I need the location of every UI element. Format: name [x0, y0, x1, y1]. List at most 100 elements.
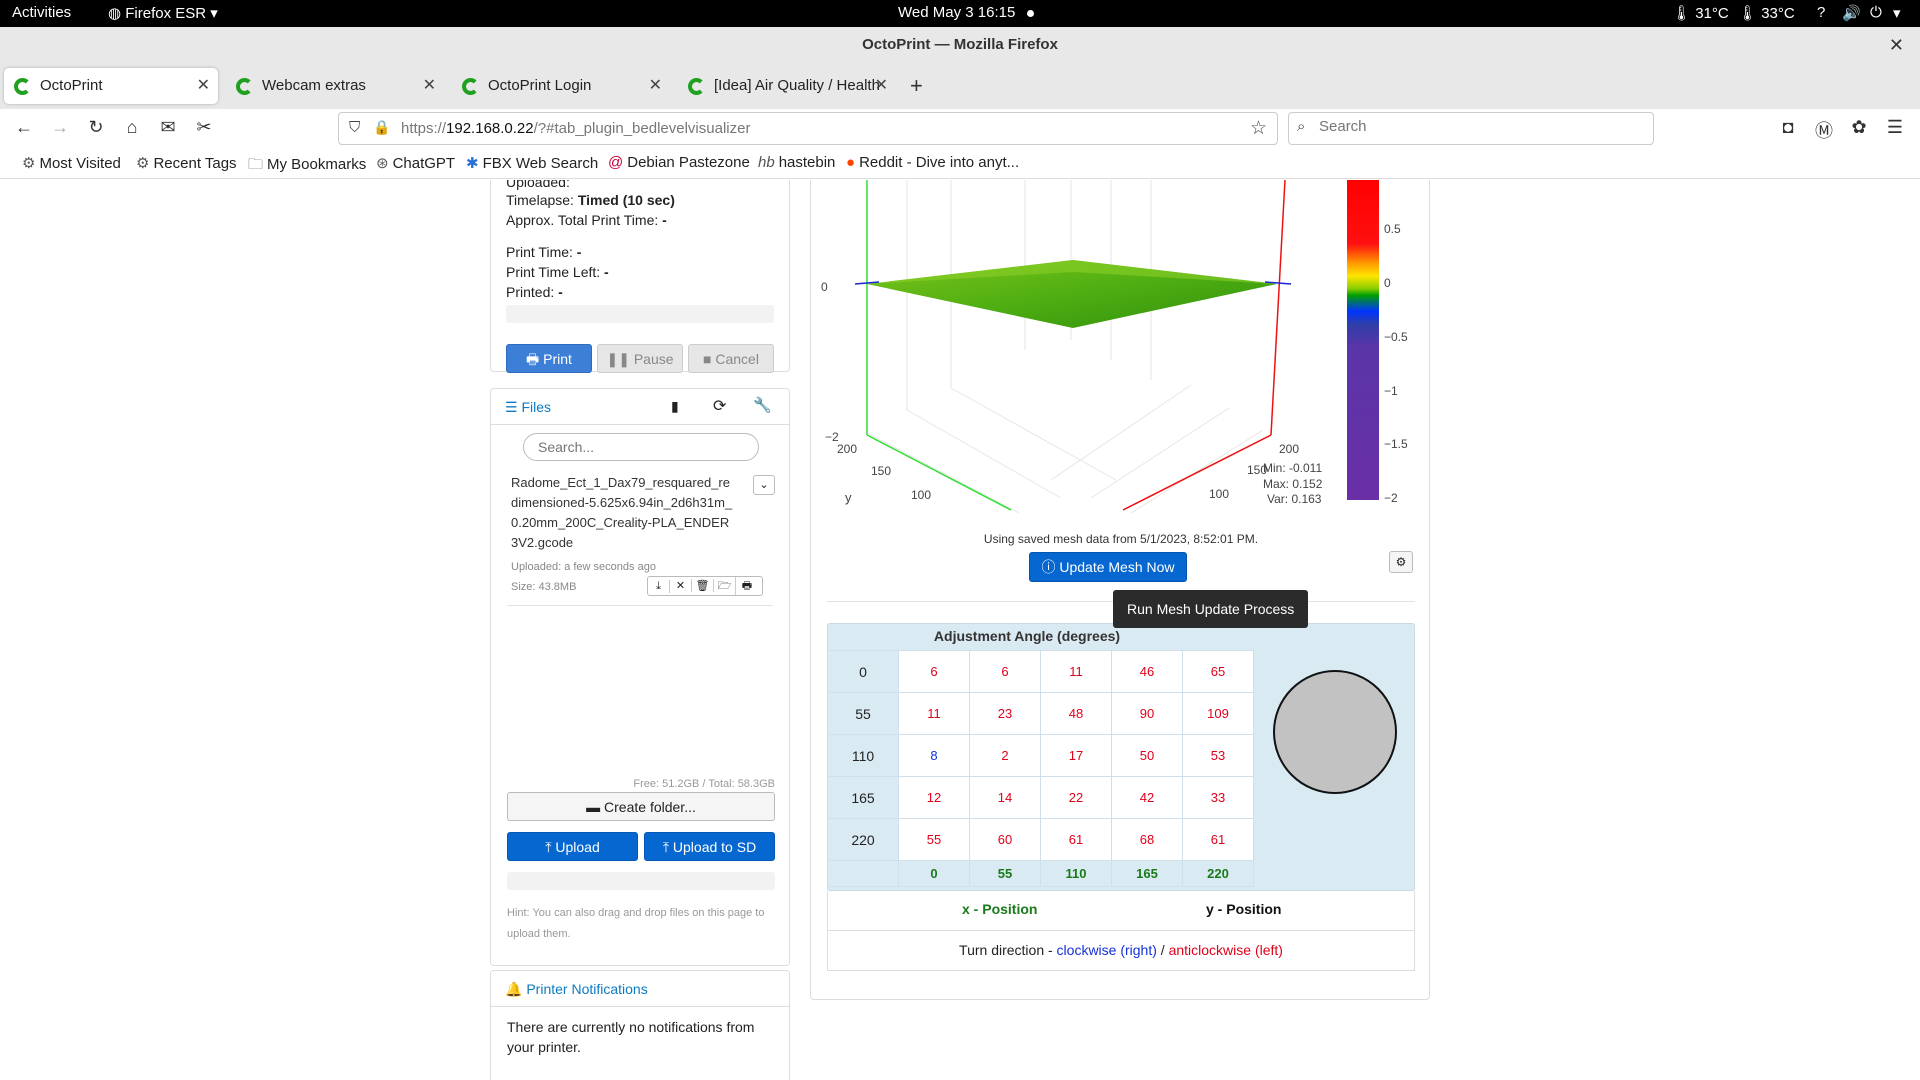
angle-cell[interactable]: 11 [1040, 650, 1112, 693]
angle-cell[interactable]: 23 [969, 692, 1041, 735]
angle-cell[interactable]: 22 [1040, 776, 1112, 819]
screenshot-icon[interactable]: ✂ [192, 117, 216, 138]
angle-cell[interactable]: 50 [1111, 734, 1183, 777]
bookmark-most-visited[interactable]: ⚙ Most Visited [22, 154, 121, 172]
files-toggle[interactable]: ☰ Files [505, 399, 551, 416]
angle-cell[interactable]: 46 [1111, 650, 1183, 693]
home-icon[interactable]: ⌂ [120, 117, 144, 138]
close-tab-icon[interactable]: ✕ [197, 68, 210, 104]
mesh-3d-plot[interactable]: 0 −2 200 150 100 y 200 150 100 Min: -0.0… [811, 180, 1351, 520]
tab-octoprint[interactable]: OctoPrint ✕ [4, 68, 218, 104]
close-window-icon[interactable]: ✕ [1889, 27, 1904, 63]
angle-cell[interactable]: 65 [1182, 650, 1254, 693]
angle-cell[interactable]: 68 [1111, 818, 1183, 861]
tab-octoprint-login[interactable]: OctoPrint Login ✕ [452, 68, 670, 104]
remove-icon[interactable]: ✕ [670, 579, 692, 592]
angle-cell[interactable]: 53 [1182, 734, 1254, 777]
update-mesh-label: Update Mesh Now [1059, 559, 1175, 575]
angle-cell[interactable]: 61 [1182, 818, 1254, 861]
angle-cell[interactable]: 33 [1182, 776, 1254, 819]
bookmark-my-bookmarks[interactable]: 🗀 My Bookmarks [248, 154, 366, 179]
angle-cell[interactable]: 109 [1182, 692, 1254, 735]
search-bar[interactable]: ⌕ [1288, 112, 1654, 145]
bookmark-label: Debian Pastezone [627, 154, 750, 171]
wrench-icon[interactable]: 🔧 [753, 396, 772, 414]
extension-icon[interactable]: ✿ [1847, 117, 1871, 138]
bookmark-star-icon[interactable]: ☆ [1250, 117, 1267, 140]
angle-cell[interactable]: 55 [898, 818, 970, 861]
chevron-down-icon[interactable]: ▾ [1893, 4, 1901, 22]
angle-cell[interactable]: 14 [969, 776, 1041, 819]
clock[interactable]: Wed May 3 16:15 [898, 4, 1035, 21]
notifications-toggle[interactable]: 🔔 Printer Notifications [505, 981, 648, 998]
bookmark-debian-pastezone[interactable]: @ Debian Pastezone [608, 154, 750, 171]
angle-cell[interactable]: 60 [969, 818, 1041, 861]
upload-progress-bar [507, 872, 775, 890]
tab-label: [Idea] Air Quality / Health [714, 77, 880, 94]
account-icon[interactable]: Ⓜ [1812, 117, 1836, 143]
angle-cell[interactable]: 6 [898, 650, 970, 693]
file-list-divider [507, 605, 773, 606]
mail-icon[interactable]: ✉ [156, 117, 180, 138]
close-tab-icon[interactable]: ✕ [875, 68, 888, 104]
tab-air-quality[interactable]: [Idea] Air Quality / Health ✕ [678, 68, 896, 104]
x-position-label: x - Position [962, 901, 1038, 917]
trash-icon[interactable]: 🗑 [692, 579, 714, 592]
angle-cell[interactable]: 8 [898, 734, 970, 777]
angle-cell[interactable]: 17 [1040, 734, 1112, 777]
app-menu[interactable]: ◍ Firefox ESR ▾ [108, 4, 218, 22]
bookmark-chatgpt[interactable]: ⊛ ChatGPT [376, 154, 455, 172]
url-bar[interactable]: ⛉ 🔒 https://192.168.0.22/?#tab_plugin_be… [338, 112, 1278, 145]
pause-button[interactable]: ❚❚ Pause [597, 344, 683, 373]
tab-webcam-extras[interactable]: Webcam extras ✕ [226, 68, 444, 104]
upload-button[interactable]: ⤒ Upload [507, 832, 638, 861]
angle-cell[interactable]: 12 [898, 776, 970, 819]
bookmark-hastebin[interactable]: hb hastebin [758, 154, 835, 171]
notifications-title: Printer Notifications [526, 981, 648, 997]
angle-cell[interactable]: 48 [1040, 692, 1112, 735]
bookmark-fbx-web-search[interactable]: ✱ FBX Web Search [466, 154, 598, 172]
print-button[interactable]: 🖶 Print [506, 344, 592, 373]
close-tab-icon[interactable]: ✕ [423, 68, 436, 104]
reload-icon[interactable]: ↻ [84, 117, 108, 138]
notifications-message: There are currently no notifications fro… [507, 1019, 755, 1055]
files-panel: ☰ Files ▮ ⟳ 🔧 Radome_Ect_1_Dax79_resquar… [490, 388, 790, 966]
cancel-button[interactable]: ■ Cancel [688, 344, 774, 373]
angle-cell[interactable]: 6 [969, 650, 1041, 693]
pocket-icon[interactable]: ◘ [1776, 117, 1800, 138]
forward-icon[interactable]: → [48, 117, 72, 138]
file-expand-chevron-icon[interactable]: ⌄ [753, 475, 775, 495]
url-text[interactable]: https://192.168.0.22/?#tab_plugin_bedlev… [401, 120, 750, 137]
create-folder-button[interactable]: ▬ Create folder... [507, 792, 775, 821]
update-mesh-button[interactable]: ⓘ Update Mesh Now [1029, 552, 1187, 582]
close-tab-icon[interactable]: ✕ [649, 68, 662, 104]
power-icon[interactable]: ⏻ [1870, 4, 1882, 21]
angle-cell[interactable]: 90 [1111, 692, 1183, 735]
volume-icon[interactable]: 🔊 [1842, 4, 1861, 22]
angle-cell[interactable]: 42 [1111, 776, 1183, 819]
file-uploaded-time: Uploaded: a few seconds ago [511, 561, 656, 573]
sd-card-icon[interactable]: ▮ [671, 398, 679, 415]
bookmark-reddit[interactable]: ● Reddit - Dive into anyt... [846, 154, 1019, 171]
activities-button[interactable]: Activities [12, 4, 71, 21]
angle-cell[interactable]: 61 [1040, 818, 1112, 861]
angle-cell[interactable]: 2 [969, 734, 1041, 777]
refresh-icon[interactable]: ⟳ [713, 396, 726, 416]
lock-icon[interactable]: 🔒 [373, 119, 390, 136]
menu-icon[interactable]: ☰ [1883, 117, 1907, 138]
help-icon[interactable]: ? [1817, 4, 1825, 21]
print-file-icon[interactable]: 🖶 [736, 577, 758, 595]
bookmark-recent-tags[interactable]: ⚙ Recent Tags [136, 154, 237, 172]
tracking-shield-icon[interactable]: ⛉ [349, 119, 360, 136]
angle-cell[interactable]: 11 [898, 692, 970, 735]
download-icon[interactable]: ⤓ [648, 580, 670, 593]
gear-icon: ⚙ [22, 155, 36, 172]
settings-gear-icon[interactable]: ⚙ [1389, 551, 1413, 573]
folder-open-icon[interactable]: 🗁 [714, 577, 736, 595]
new-tab-icon[interactable]: + [910, 73, 923, 99]
back-icon[interactable]: ← [12, 117, 36, 138]
search-input[interactable] [1319, 118, 1639, 135]
upload-sd-button[interactable]: ⤒ Upload to SD [644, 832, 775, 861]
files-search-input[interactable] [523, 433, 759, 461]
file-name[interactable]: Radome_Ect_1_Dax79_resquared_redimension… [511, 473, 735, 553]
